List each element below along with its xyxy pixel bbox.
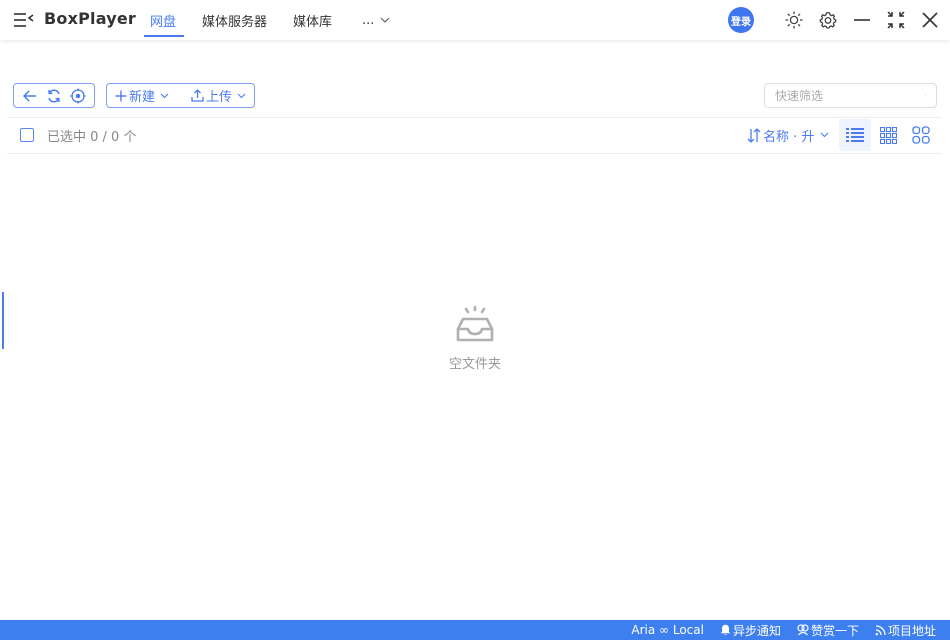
new-button[interactable]: 新建 (115, 86, 169, 105)
upload-icon (191, 89, 204, 102)
locate-target-icon[interactable] (69, 87, 87, 105)
tab-media-server[interactable]: 媒体服务器 (202, 0, 267, 40)
empty-inbox-icon (456, 305, 494, 342)
selection-count: 已选中 0 / 0 个 (47, 129, 137, 145)
chevron-down-icon (237, 93, 246, 98)
upload-button-label: 上传 (205, 90, 232, 105)
list-view-icon[interactable] (839, 119, 871, 151)
theme-toggle-sun-icon[interactable] (784, 10, 804, 30)
action-button-group: 新建 上传 (106, 83, 255, 108)
tab-more-label: ... (362, 12, 375, 28)
sort-label: 名称 · 升 (763, 129, 815, 145)
reward-label: 赞赏一下 (810, 623, 859, 638)
search-icon[interactable] (925, 89, 926, 102)
project-link-label: 项目地址 (887, 623, 936, 638)
minimize-icon[interactable] (852, 10, 872, 30)
refresh-icon[interactable] (45, 87, 63, 105)
status-bar: Aria ∞ Local 异步通知 赞赏一下 项目地址 (0, 620, 950, 640)
fullscreen-icon[interactable] (886, 10, 906, 30)
aria-status-label: Aria ∞ Local (631, 623, 704, 637)
selection-row: 已选中 0 / 0 个 (20, 124, 136, 146)
sort-dropdown[interactable]: 名称 · 升 (747, 124, 829, 146)
quick-filter-input[interactable] (775, 88, 925, 103)
close-icon[interactable] (920, 10, 940, 30)
login-button[interactable]: 登录 (728, 7, 754, 33)
chevron-down-icon (821, 132, 829, 138)
select-all-checkbox[interactable] (20, 128, 34, 142)
reward-button[interactable]: 赞赏一下 (797, 622, 859, 639)
main-tabs: 网盘 媒体服务器 媒体库 ... (143, 0, 416, 40)
title-bar: BoxPlayer 网盘 媒体服务器 媒体库 ... 登录 (0, 0, 950, 40)
empty-folder-text: 空文件夹 (448, 357, 501, 372)
rss-icon (875, 624, 886, 635)
grid-small-view-icon[interactable] (872, 119, 904, 151)
grid-large-view-icon[interactable] (905, 119, 937, 151)
chevron-down-icon (381, 17, 390, 23)
new-button-label: 新建 (129, 90, 156, 105)
bell-icon (720, 624, 731, 636)
reward-coin-icon (797, 624, 809, 636)
app-title: BoxPlayer (44, 9, 136, 28)
chevron-down-icon (160, 93, 169, 98)
async-notify-label: 异步通知 (732, 623, 781, 638)
plus-icon (115, 90, 127, 101)
back-arrow-icon[interactable] (21, 87, 39, 105)
quick-filter-search (764, 83, 937, 108)
collapse-menu-icon[interactable] (12, 10, 36, 30)
aria-status[interactable]: Aria ∞ Local (631, 623, 704, 637)
empty-state: 空文件夹 (0, 305, 950, 372)
project-link-button[interactable]: 项目地址 (875, 622, 936, 639)
tab-cloud-drive[interactable]: 网盘 (143, 0, 185, 40)
upload-button[interactable]: 上传 (191, 86, 246, 105)
sort-arrows-icon (747, 127, 761, 143)
view-mode-switcher (839, 119, 938, 151)
settings-gear-icon[interactable] (818, 10, 838, 30)
toolbar-divider (7, 117, 942, 118)
list-header-divider (7, 153, 942, 154)
tab-more[interactable]: ... (362, 0, 390, 40)
tab-media-library[interactable]: 媒体库 (293, 0, 332, 40)
file-toolbar: 新建 上传 (13, 83, 255, 109)
nav-button-group (13, 83, 95, 108)
async-notify-button[interactable]: 异步通知 (720, 622, 781, 639)
